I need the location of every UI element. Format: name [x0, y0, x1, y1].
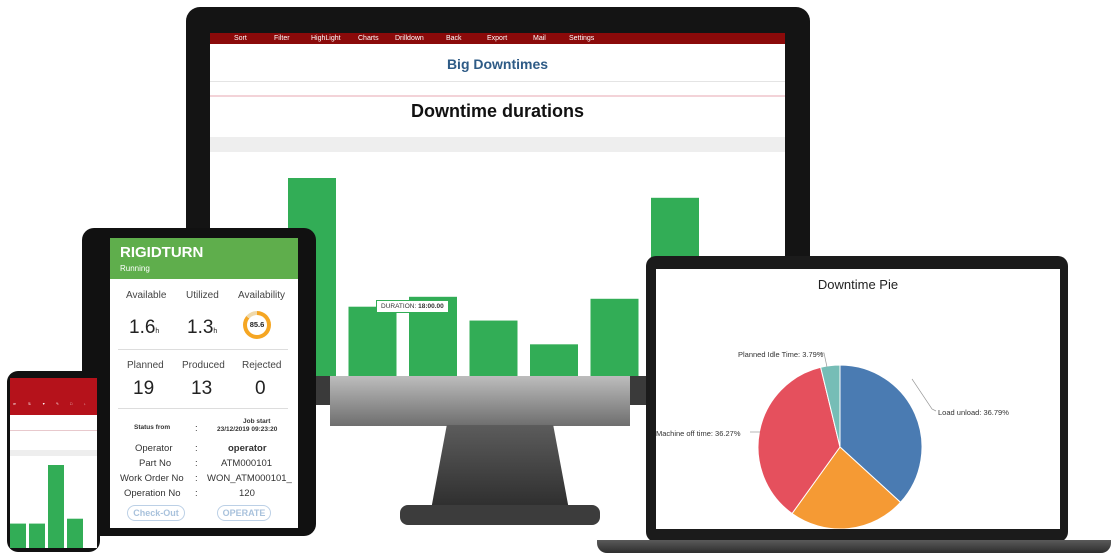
pie-label-machine-off: Machine off time: 36.27%	[656, 429, 741, 438]
monitor-stand-base	[400, 505, 600, 525]
work-order-label: Work Order No	[120, 473, 184, 484]
phone-bar[interactable]	[48, 465, 64, 548]
job-start-value: 23/12/2019 09:23:20	[217, 426, 278, 433]
rejected-label: Rejected	[242, 360, 282, 371]
duration-bar[interactable]	[469, 320, 518, 376]
colon: :	[195, 423, 198, 434]
colon: :	[195, 458, 198, 469]
machine-name: RIGIDTURN	[120, 244, 204, 261]
monitor-stand	[430, 425, 570, 515]
operator-value: operator	[228, 443, 267, 454]
work-order-value: WON_ATM000101_	[207, 473, 292, 484]
duration-bar[interactable]	[530, 344, 578, 376]
divider	[118, 408, 288, 409]
tooltip-value: 18:00.00	[418, 303, 444, 310]
available-number: 1.6	[129, 317, 156, 338]
availability-value: 85.6	[247, 315, 267, 335]
availability-label: Availability	[238, 290, 286, 301]
check-out-button[interactable]: Check-Out	[127, 505, 185, 521]
phone-bar-chart	[10, 465, 83, 548]
machine-header[interactable]: RIGIDTURN Running	[110, 238, 298, 279]
laptop-base	[597, 540, 1111, 553]
available-unit: h	[155, 328, 160, 335]
duration-tooltip: DURATION: 18:00.00	[376, 300, 449, 313]
duration-bar[interactable]	[348, 306, 397, 376]
pie-label-load-unload: Load unload: 36.79%	[938, 408, 1009, 417]
rejected-value: 0	[255, 378, 266, 399]
tablet-screen: RIGIDTURN Running Available Utilized Ava…	[110, 238, 298, 528]
operation-label: Operation No	[124, 488, 181, 499]
operate-button[interactable]: OPERATE	[217, 505, 271, 521]
utilized-label: Utilized	[186, 290, 219, 301]
duration-bar[interactable]	[590, 298, 639, 376]
part-no-label: Part No	[139, 458, 172, 469]
utilized-value: 1.3h	[187, 317, 217, 339]
divider	[118, 349, 288, 350]
phone-bar[interactable]	[10, 523, 26, 548]
available-value: 1.6h	[129, 317, 159, 339]
availability-gauge: 85.6	[243, 311, 271, 339]
planned-value: 19	[133, 378, 155, 399]
phone-screen: ➦ ⇅ ▼ ✎ □ ↓	[10, 378, 97, 548]
part-no-value: ATM000101	[221, 458, 273, 469]
available-label: Available	[126, 290, 167, 301]
phone-bar[interactable]	[67, 518, 83, 548]
colon: :	[195, 443, 198, 454]
monitor-chin	[330, 376, 630, 426]
produced-value: 13	[191, 378, 213, 399]
utilized-number: 1.3	[187, 317, 214, 338]
status-from-label: Status from	[134, 424, 171, 431]
tooltip-label: DURATION:	[381, 303, 417, 310]
leader-line	[911, 378, 937, 412]
pie-label-planned-idle: Planned Idle Time: 3.79%	[738, 350, 824, 359]
operation-value: 120	[239, 488, 255, 499]
produced-label: Produced	[182, 360, 225, 371]
phone-bar[interactable]	[29, 523, 45, 548]
machine-status: Running	[120, 264, 150, 273]
operator-label: Operator	[135, 443, 173, 454]
colon: :	[195, 488, 198, 499]
downtime-pie-chart	[750, 352, 937, 529]
utilized-unit: h	[213, 328, 218, 335]
colon: :	[195, 473, 198, 484]
laptop-screen: Downtime Pie Load unload: 36.79% Machine…	[656, 269, 1060, 529]
planned-label: Planned	[127, 360, 164, 371]
job-start-label: Job start	[243, 418, 271, 425]
